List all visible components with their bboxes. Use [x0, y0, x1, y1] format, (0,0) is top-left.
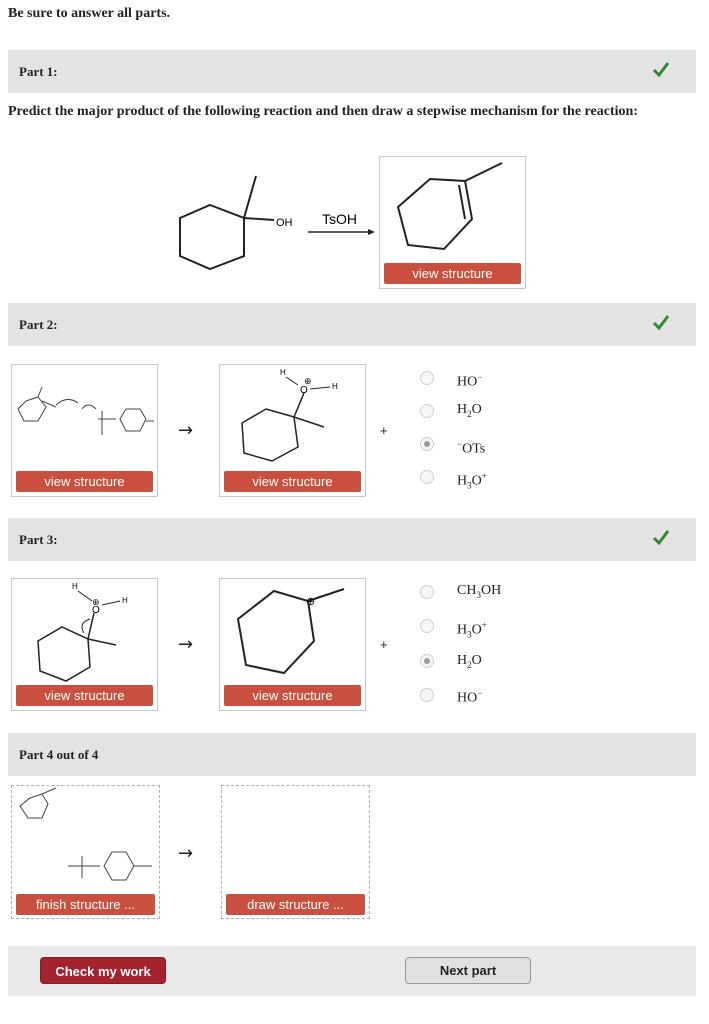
oh-group-label: OH: [276, 217, 293, 229]
part-3-header: Part 3:: [8, 518, 696, 561]
part-1-header: Part 1:: [8, 50, 696, 93]
part-3-label: Part 3:: [19, 532, 58, 547]
option-ho-minus: HO−: [457, 688, 483, 706]
view-structure-button[interactable]: view structure: [224, 685, 361, 706]
checkmark-icon: [652, 62, 670, 78]
draw-structure-button[interactable]: draw structure ...: [226, 894, 365, 915]
footer-bar: Check my work Next part: [8, 946, 696, 996]
part4-structure-box-1[interactable]: finish structure ...: [11, 785, 160, 919]
radio-option-h2o[interactable]: [420, 404, 434, 418]
part2-structure-box-1[interactable]: view structure: [11, 364, 158, 497]
view-structure-button[interactable]: view structure: [16, 685, 153, 706]
tosylate-partial-structure: [19, 787, 152, 881]
part-2-label: Part 2:: [19, 317, 58, 332]
atom-o-label: O: [300, 385, 308, 396]
next-part-button[interactable]: Next part: [405, 957, 531, 984]
question-text: Predict the major product of the followi…: [8, 104, 638, 119]
option-h3o-plus: H3O+: [457, 620, 487, 640]
check-my-work-button[interactable]: Check my work: [40, 957, 166, 984]
option-ho-minus: HO−: [457, 372, 483, 390]
radio-option-h2o[interactable]: [420, 654, 434, 668]
instructions-text: Be sure to answer all parts.: [8, 6, 171, 21]
option-h2o: H2O: [457, 402, 482, 419]
reactant-structure: OH TsOH: [179, 175, 375, 271]
part4-structure-box-2[interactable]: draw structure ...: [221, 785, 370, 919]
atom-h-label: H: [122, 596, 128, 605]
radio-option-h3o-plus[interactable]: [420, 619, 434, 633]
checkmark-icon: [652, 315, 670, 331]
plus-sign: +: [380, 423, 388, 438]
water-leaving-structure: H O ⊕ H: [37, 582, 128, 682]
positive-charge-icon: ⊕: [306, 596, 315, 608]
view-structure-button[interactable]: view structure: [384, 263, 521, 284]
radio-option-ots[interactable]: [420, 437, 434, 451]
view-structure-button[interactable]: view structure: [16, 471, 153, 492]
finish-structure-button[interactable]: finish structure ...: [16, 894, 155, 915]
reaction-arrow: →: [178, 843, 194, 864]
option-h3o-plus: H3O+: [457, 471, 487, 491]
carbocation-structure: ⊕: [236, 588, 345, 675]
view-structure-button[interactable]: view structure: [224, 471, 361, 492]
radio-option-ho-minus[interactable]: [420, 371, 434, 385]
oxonium-structure: H O ⊕ H: [241, 368, 338, 462]
atom-h-label: H: [280, 368, 286, 377]
atom-h-label: H: [332, 382, 338, 391]
part3-structure-box-1[interactable]: H O ⊕ H view structure: [11, 578, 158, 711]
positive-charge-icon: ⊕: [304, 376, 312, 386]
part-4-label: Part 4 out of 4: [19, 747, 99, 762]
part-4-header: Part 4 out of 4: [8, 733, 696, 776]
option-ots: −OTs: [457, 439, 486, 457]
plus-sign: +: [380, 637, 388, 652]
part-2-header: Part 2:: [8, 303, 696, 346]
positive-charge-icon: ⊕: [92, 597, 100, 607]
reagent-label: TsOH: [322, 211, 357, 227]
radio-option-ho-minus[interactable]: [420, 688, 434, 702]
reaction-arrow: →: [178, 420, 194, 441]
radio-option-ch3oh[interactable]: [420, 585, 434, 599]
tosylate-mechanism-structure: [17, 386, 154, 435]
checkmark-icon: [652, 530, 670, 546]
atom-h-label: H: [72, 582, 78, 591]
part2-structure-box-2[interactable]: H O ⊕ H view structure: [219, 364, 366, 497]
option-ch3oh: CH3OH: [457, 583, 502, 600]
reaction-arrow: →: [178, 634, 194, 655]
part3-structure-box-2[interactable]: ⊕ view structure: [219, 578, 366, 711]
product-structure-box[interactable]: view structure: [379, 156, 526, 289]
product-structure: [396, 162, 503, 251]
option-h2o: H2O: [457, 653, 482, 670]
part-1-label: Part 1:: [19, 64, 58, 79]
radio-option-h3o-plus[interactable]: [420, 470, 434, 484]
